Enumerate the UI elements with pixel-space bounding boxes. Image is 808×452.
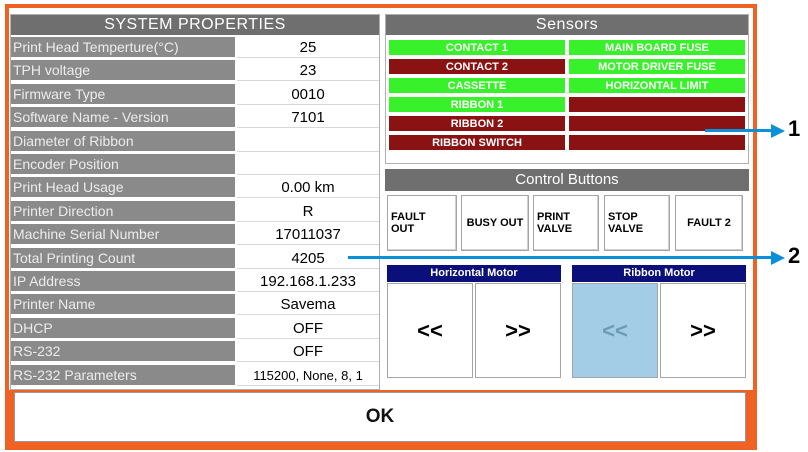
property-label: Firmware Type	[11, 83, 235, 105]
property-value: 7101	[237, 107, 379, 129]
property-value: Savema	[237, 294, 379, 316]
sensor-indicator: MOTOR DRIVER FUSE	[568, 58, 746, 75]
property-row: Print Head Temperture(°C) 25	[11, 37, 379, 58]
property-row: Print Head Usage 0.00 km	[11, 177, 379, 199]
property-row: Firmware Type 0010	[11, 83, 379, 105]
property-value: 0010	[237, 83, 379, 105]
property-label: Total Printing Count	[11, 247, 235, 269]
control-buttons-title: Control Buttons	[385, 169, 749, 191]
property-label: Printer Name	[11, 294, 235, 316]
property-value: 0.00 km	[237, 177, 379, 199]
property-label: RS-232 Parameters	[11, 364, 235, 386]
property-value: 25	[237, 37, 379, 58]
property-row: IP Address 192.168.1.233	[11, 271, 379, 292]
system-properties-panel: SYSTEM PROPERTIES Print Head Temperture(…	[10, 14, 380, 390]
property-value: OFF	[237, 317, 379, 339]
system-properties-title: SYSTEM PROPERTIES	[11, 15, 379, 35]
property-label: Machine Serial Number	[11, 224, 235, 246]
property-row: RS-232 Parameters 115200, None, 8, 1	[11, 364, 379, 386]
sensors-title: Sensors	[386, 15, 748, 35]
property-label: Diameter of Ribbon	[11, 130, 235, 152]
property-value	[237, 154, 379, 175]
property-value: 115200, None, 8, 1	[237, 364, 379, 386]
property-row: Software Name - Version 7101	[11, 107, 379, 129]
sensor-indicator: CASSETTE	[388, 77, 566, 94]
callout-2-line	[348, 256, 774, 259]
ok-button[interactable]: OK	[14, 392, 746, 442]
property-label: IP Address	[11, 271, 235, 292]
horizontal-motor-right-button[interactable]: >>	[475, 283, 561, 378]
sensor-indicator	[568, 134, 746, 151]
fault-2-button[interactable]: FAULT 2	[675, 195, 743, 251]
fault-out-button[interactable]: FAULT OUT	[387, 195, 457, 251]
property-row: DHCP OFF	[11, 317, 379, 339]
ribbon-motor-right-button[interactable]: >>	[660, 283, 746, 378]
property-row: Diameter of Ribbon	[11, 130, 379, 152]
ribbon-motor-left-button[interactable]: <<	[572, 283, 658, 378]
property-value: R	[237, 200, 379, 222]
property-label: TPH voltage	[11, 60, 235, 82]
property-label: Print Head Temperture(°C)	[11, 37, 235, 58]
ribbon-motor-title: Ribbon Motor	[572, 265, 746, 282]
sensor-indicator: CONTACT 1	[388, 39, 566, 56]
sensor-indicator: HORIZONTAL LIMIT	[568, 77, 746, 94]
property-label: Encoder Position	[11, 154, 235, 175]
callout-1-number: 1	[788, 116, 801, 141]
property-row: Machine Serial Number 17011037	[11, 224, 379, 246]
callout-1-arrowhead	[771, 124, 785, 138]
property-label: DHCP	[11, 317, 235, 339]
property-value: 192.168.1.233	[237, 271, 379, 292]
horizontal-motor-title: Horizontal Motor	[387, 265, 561, 282]
property-label: Software Name - Version	[11, 107, 235, 129]
property-row: Encoder Position	[11, 154, 379, 175]
property-row: Printer Name Savema	[11, 294, 379, 316]
stop-valve-button[interactable]: STOP VALVE	[604, 195, 670, 251]
callout-2-arrowhead	[771, 251, 785, 265]
property-value	[237, 130, 379, 152]
right-panel: Sensors CONTACT 1 CONTACT 2 CASSETTE RIBBON…	[385, 14, 749, 390]
sensor-indicator: RIBBON 1	[388, 96, 566, 113]
property-row: TPH voltage 23	[11, 60, 379, 82]
busy-out-button[interactable]: BUSY OUT	[461, 195, 529, 251]
property-row: Printer Direction R	[11, 200, 379, 222]
sensor-indicator	[568, 96, 746, 113]
property-label: Print Head Usage	[11, 177, 235, 199]
property-row: Total Printing Count 4205	[11, 247, 379, 269]
property-label: Printer Direction	[11, 200, 235, 222]
sensor-indicator: CONTACT 2	[388, 58, 566, 75]
sensor-indicator: MAIN BOARD FUSE	[568, 39, 746, 56]
callout-1-line	[705, 129, 773, 132]
sensor-indicator: RIBBON SWITCH	[388, 134, 566, 151]
sensor-indicator: RIBBON 2	[388, 115, 566, 132]
horizontal-motor-left-button[interactable]: <<	[387, 283, 473, 378]
property-value: 17011037	[237, 224, 379, 246]
sensors-panel: Sensors CONTACT 1 CONTACT 2 CASSETTE RIBBON…	[385, 14, 749, 164]
print-valve-button[interactable]: PRINT VALVE	[533, 195, 599, 251]
property-row: RS-232 OFF	[11, 341, 379, 363]
callout-2-number: 2	[788, 243, 801, 268]
property-value: OFF	[237, 341, 379, 363]
property-value: 23	[237, 60, 379, 82]
property-label: RS-232	[11, 341, 235, 363]
